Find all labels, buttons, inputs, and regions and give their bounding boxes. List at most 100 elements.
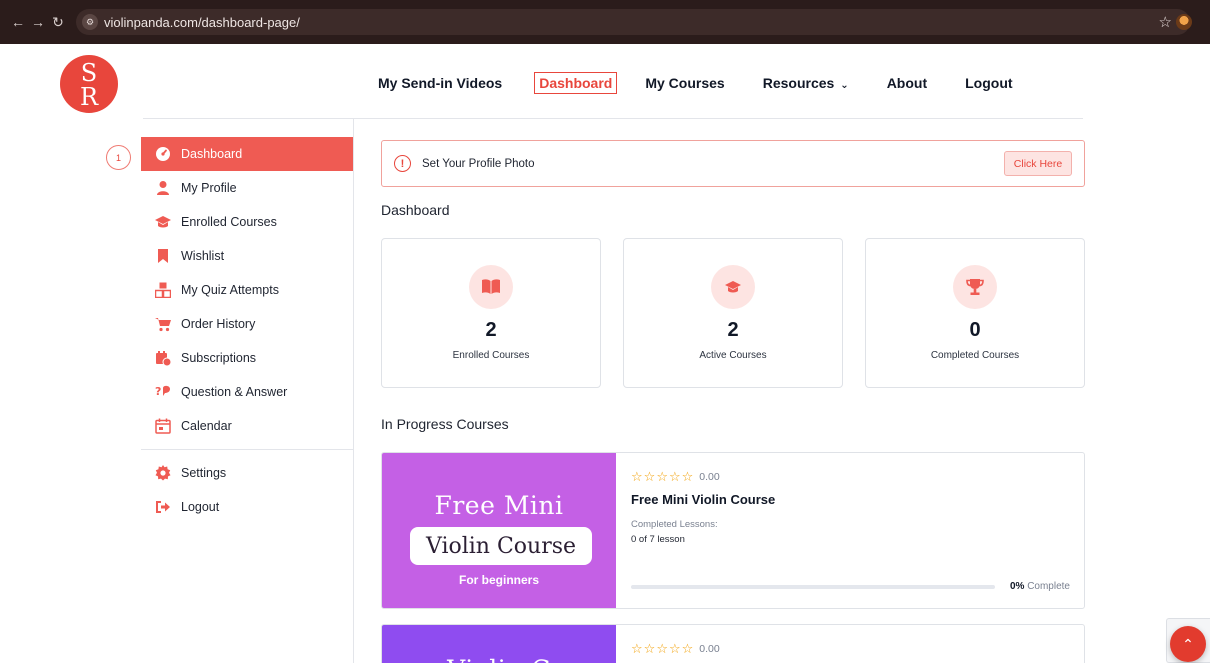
chevron-down-icon: ⌄ xyxy=(840,80,849,91)
quiz-blocks-icon xyxy=(155,282,171,298)
thumb-title-line: Violin C xyxy=(382,655,616,663)
user-icon xyxy=(155,180,171,196)
sidebar-item-label: Dashboard xyxy=(181,147,243,161)
course-title[interactable]: Free Mini Violin Course xyxy=(631,492,1070,507)
course-thumbnail[interactable]: Violin C xyxy=(382,625,616,663)
gear-icon xyxy=(155,465,171,481)
sidebar-item-question-answer[interactable]: ? Question & Answer xyxy=(141,375,354,409)
stat-card-enrolled-courses: 2 Enrolled Courses xyxy=(381,238,601,388)
back-arrow-icon[interactable]: ← xyxy=(8,14,28,30)
course-card-second[interactable]: Violin C ☆☆☆☆☆ 0.00 xyxy=(381,624,1085,663)
speedometer-icon xyxy=(155,146,171,162)
lessons-label: Completed Lessons: xyxy=(631,519,718,530)
star-outline-icon: ☆ xyxy=(643,469,657,484)
sidebar-item-label: Wishlist xyxy=(181,249,225,263)
progress-bar xyxy=(631,584,995,589)
nav-resources[interactable]: Resources ⌄ xyxy=(757,72,855,94)
address-bar[interactable]: ⚙ violinpanda.com/dashboard-page/ ☆ xyxy=(76,9,1190,35)
sidebar-item-label: My Profile xyxy=(181,181,237,195)
stat-card-completed-courses: 0 Completed Courses xyxy=(865,238,1085,388)
click-here-button[interactable]: Click Here xyxy=(1004,151,1072,176)
rating-value: 0.00 xyxy=(699,643,720,655)
sidebar-item-label: My Quiz Attempts xyxy=(181,283,279,297)
sidebar: Dashboard My Profile Enrolled Courses Wi… xyxy=(141,137,354,524)
stat-value: 0 xyxy=(969,319,981,341)
calendar-icon xyxy=(155,418,171,434)
subscription-icon xyxy=(155,350,171,366)
bookmark-star-icon[interactable]: ☆ xyxy=(1159,13,1172,31)
stat-label: Enrolled Courses xyxy=(452,350,530,361)
svg-text:R: R xyxy=(80,83,99,111)
rating-stars: ☆ ☆ ☆ ☆ ☆ 0.00 xyxy=(631,641,1070,657)
sidebar-item-label: Question & Answer xyxy=(181,385,288,399)
browser-profile-avatar[interactable] xyxy=(1176,14,1192,30)
site-logo[interactable]: S R xyxy=(60,55,118,113)
nav-resources-label: Resources xyxy=(762,75,835,91)
browser-toolbar: ← → ↻ ⚙ violinpanda.com/dashboard-page/ … xyxy=(0,0,1210,44)
stat-card-active-courses: 2 Active Courses xyxy=(623,238,843,388)
nav-dashboard[interactable]: Dashboard xyxy=(534,72,618,94)
star-outline-icon: ☆ xyxy=(668,469,682,484)
sidebar-item-enrolled-courses[interactable]: Enrolled Courses xyxy=(141,205,354,239)
forward-arrow-icon[interactable]: → xyxy=(28,14,48,30)
sidebar-item-label: Enrolled Courses xyxy=(181,215,277,229)
star-outline-icon: ☆ xyxy=(631,641,644,656)
url-text: violinpanda.com/dashboard-page/ xyxy=(104,14,300,30)
stat-label: Active Courses xyxy=(699,350,767,361)
lessons-value: 0 of 7 lesson xyxy=(631,534,685,545)
stat-value: 2 xyxy=(727,319,739,341)
sidebar-item-wishlist[interactable]: Wishlist xyxy=(141,239,354,273)
stat-value: 2 xyxy=(485,319,497,341)
book-icon xyxy=(469,265,513,309)
nav-my-send-in-videos[interactable]: My Send-in Videos xyxy=(372,72,508,94)
chevron-up-icon: ⌃ xyxy=(1182,635,1194,652)
sr-logo-icon: S R xyxy=(80,59,99,111)
sidebar-item-label: Subscriptions xyxy=(181,351,257,365)
sidebar-vertical-divider xyxy=(353,118,354,663)
course-info: ☆ ☆ ☆ ☆ ☆ 0.00 Free Mini Violin Course Compl… xyxy=(631,469,1070,545)
dashboard-title: Dashboard xyxy=(381,202,450,218)
course-progress: 0% Complete xyxy=(631,581,1070,592)
progress-word: Complete xyxy=(1027,581,1070,592)
sidebar-item-label: Calendar xyxy=(181,419,232,433)
star-outline-icon: ☆ xyxy=(643,641,657,656)
nav-logout[interactable]: Logout xyxy=(959,72,1018,94)
course-thumbnail[interactable]: Free Mini Violin Course For beginners xyxy=(382,453,616,608)
sidebar-item-settings[interactable]: Settings xyxy=(141,456,354,490)
sidebar-item-my-quiz-attempts[interactable]: My Quiz Attempts xyxy=(141,273,354,307)
reload-icon[interactable]: ↻ xyxy=(48,14,68,31)
rating-stars: ☆ ☆ ☆ ☆ ☆ 0.00 xyxy=(631,469,1070,485)
alert-exclamation-icon: ! xyxy=(394,155,411,172)
step-badge: 1 xyxy=(106,145,131,170)
in-progress-title: In Progress Courses xyxy=(381,416,509,432)
sidebar-divider xyxy=(141,449,354,450)
stat-label: Completed Courses xyxy=(930,350,1020,361)
graduation-cap-icon xyxy=(155,214,171,230)
sidebar-item-dashboard[interactable]: Dashboard xyxy=(141,137,354,171)
sidebar-item-label: Order History xyxy=(181,317,256,331)
thumb-title-pill: Violin Course xyxy=(410,527,592,565)
nav-about[interactable]: About xyxy=(881,72,933,94)
sidebar-item-label: Settings xyxy=(181,466,227,480)
sidebar-item-subscriptions[interactable]: Subscriptions xyxy=(141,341,354,375)
header-divider xyxy=(143,118,1083,119)
star-outline-icon: ☆ xyxy=(656,469,669,484)
sidebar-item-label: Logout xyxy=(181,500,220,514)
graduation-cap-icon xyxy=(711,265,755,309)
trophy-icon xyxy=(953,265,997,309)
progress-text: 0% Complete xyxy=(1010,581,1070,592)
star-outline-icon: ☆ xyxy=(681,641,695,656)
nav-my-courses[interactable]: My Courses xyxy=(639,72,730,94)
star-outline-icon: ☆ xyxy=(668,641,682,656)
cart-icon xyxy=(155,316,171,332)
tune-icon[interactable]: ⚙ xyxy=(82,14,98,30)
course-info: ☆ ☆ ☆ ☆ ☆ 0.00 xyxy=(631,641,1070,657)
sidebar-item-calendar[interactable]: Calendar xyxy=(141,409,354,443)
scroll-to-top-button[interactable]: ⌃ xyxy=(1170,626,1206,662)
course-card-free-mini-violin[interactable]: Free Mini Violin Course For beginners ☆ ☆… xyxy=(381,452,1085,609)
logout-icon xyxy=(155,499,171,515)
progress-percent: 0% xyxy=(1009,581,1025,592)
sidebar-item-logout[interactable]: Logout xyxy=(141,490,354,524)
sidebar-item-order-history[interactable]: Order History xyxy=(141,307,354,341)
sidebar-item-my-profile[interactable]: My Profile xyxy=(141,171,354,205)
